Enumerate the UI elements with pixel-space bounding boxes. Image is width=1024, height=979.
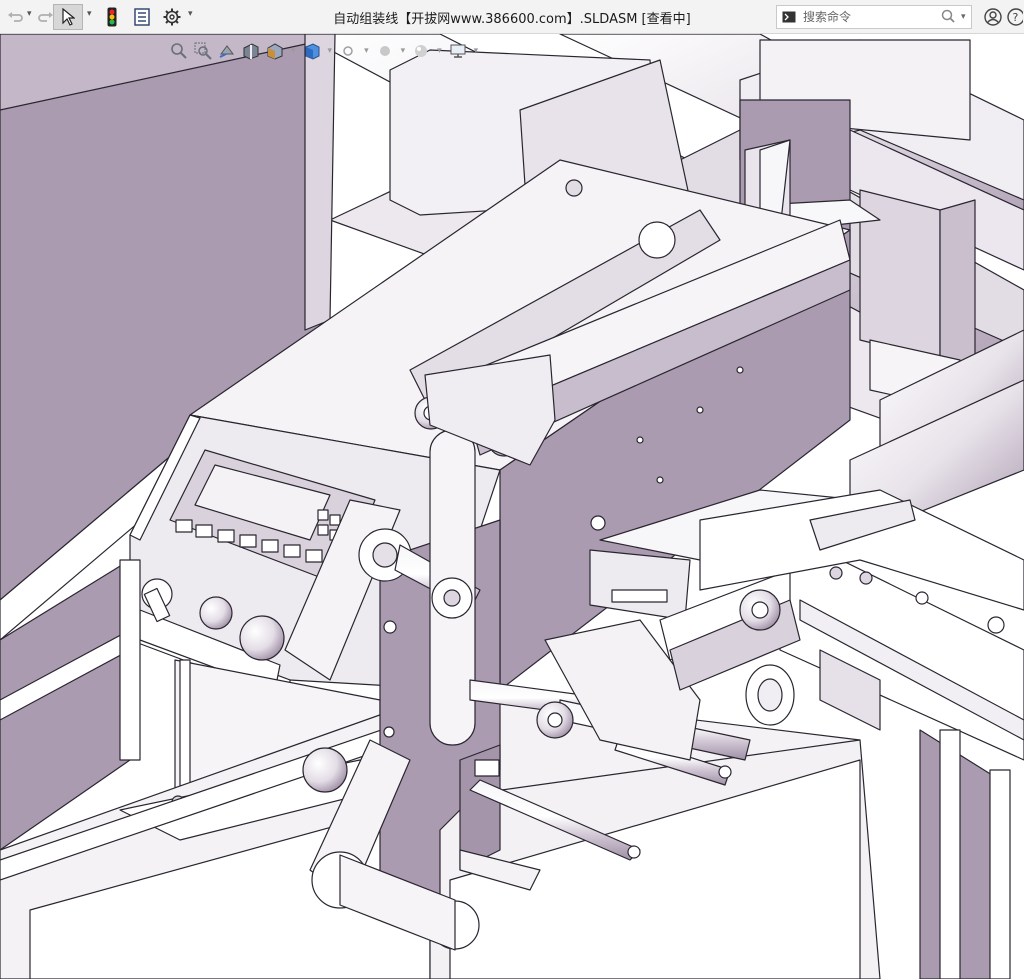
svg-text:?: ? xyxy=(1013,11,1019,24)
options-dropdown-caret[interactable]: ▾ xyxy=(188,9,193,19)
search-icon[interactable] xyxy=(941,8,955,27)
select-dropdown-caret[interactable]: ▾ xyxy=(87,9,92,19)
undo-dropdown-caret[interactable]: ▾ xyxy=(27,9,32,19)
help-button[interactable]: ? xyxy=(1006,4,1024,30)
search-input[interactable] xyxy=(801,9,935,25)
undo-button[interactable] xyxy=(2,4,28,30)
assembly-model xyxy=(0,34,1024,979)
options-button[interactable] xyxy=(160,4,184,30)
undo-icon xyxy=(8,12,23,22)
options-gear-icon xyxy=(163,8,181,26)
previous-view-icon[interactable] xyxy=(216,40,238,62)
view-settings-icon[interactable] xyxy=(447,40,469,62)
rebuild-button[interactable] xyxy=(100,4,124,30)
edit-appearance-caret[interactable]: ▾ xyxy=(401,46,406,56)
apply-scene-icon[interactable] xyxy=(410,40,432,62)
hide-show-items-icon[interactable] xyxy=(337,40,359,62)
rebuild-traffic-light-icon xyxy=(107,7,117,27)
heads-up-view-toolbar: ▾ ▾ ▾ ▾ ▾ ▾ xyxy=(168,38,481,64)
file-properties-button[interactable] xyxy=(130,4,154,30)
apply-scene-caret[interactable]: ▾ xyxy=(437,46,442,56)
zoom-to-fit-icon[interactable] xyxy=(168,40,190,62)
section-view-icon[interactable] xyxy=(240,40,262,62)
select-pointer-icon xyxy=(62,8,75,26)
select-button[interactable] xyxy=(53,4,83,30)
user-account-icon xyxy=(984,8,1002,26)
file-properties-icon xyxy=(134,8,150,26)
display-style-icon[interactable] xyxy=(301,40,323,62)
view-settings-caret[interactable]: ▾ xyxy=(474,46,479,56)
edit-appearance-icon[interactable] xyxy=(374,40,396,62)
command-prompt-icon xyxy=(777,11,801,23)
search-commands-box[interactable]: ▾ xyxy=(776,5,972,29)
display-style-caret[interactable]: ▾ xyxy=(328,46,333,56)
help-icon: ? xyxy=(1007,8,1023,26)
zoom-to-area-icon[interactable] xyxy=(192,40,214,62)
view-orientation-caret[interactable]: ▾ xyxy=(291,46,296,56)
title-bar: ▾ ▾ ▾ ▾ 自动组装线【开拔网www.386600.com】.SLDASM … xyxy=(0,0,1024,34)
hide-show-caret[interactable]: ▾ xyxy=(364,46,369,56)
graphics-area[interactable]: ▾ ▾ ▾ ▾ ▾ ▾ xyxy=(0,34,1024,979)
view-orientation-icon[interactable] xyxy=(264,40,286,62)
search-dropdown-caret[interactable]: ▾ xyxy=(961,12,966,22)
user-account-button[interactable] xyxy=(982,4,1004,30)
